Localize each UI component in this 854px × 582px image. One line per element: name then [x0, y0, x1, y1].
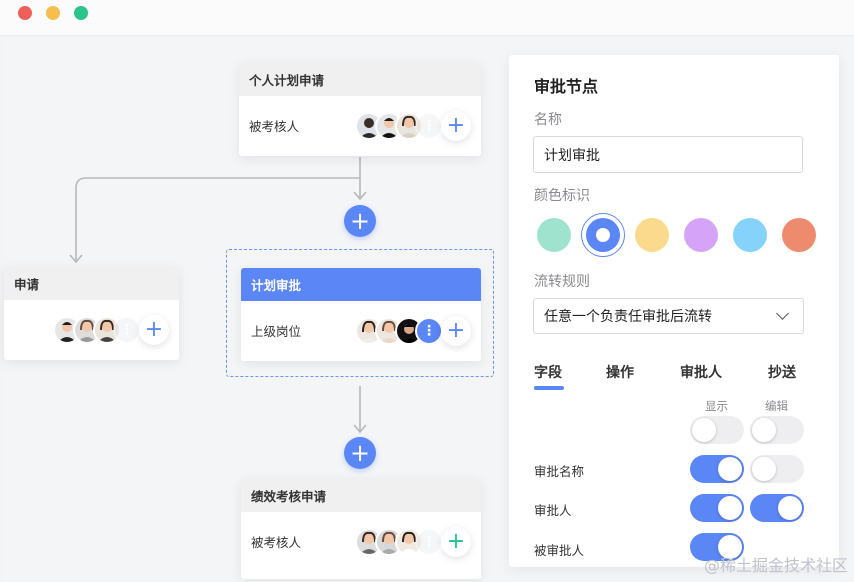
- tab-cc[interactable]: 抄送: [768, 362, 796, 382]
- column-header-edit: 编辑: [765, 399, 788, 413]
- color-label: 颜色标识: [534, 188, 590, 204]
- rule-label: 流转规则: [534, 274, 590, 290]
- add-node-button[interactable]: +: [344, 437, 376, 469]
- avatar-more: ⋮: [415, 111, 443, 140]
- tab-fields[interactable]: 字段: [534, 362, 562, 382]
- column-header-show: 显示: [705, 399, 728, 413]
- add-assignee-button[interactable]: +: [441, 110, 471, 141]
- tab-operations[interactable]: 操作: [606, 362, 634, 382]
- flow-node-personal-plan[interactable]: 个人计划申请 被考核人 ⋮ +: [239, 63, 481, 156]
- node-role: 上级岗位: [251, 324, 302, 339]
- panel-title: 审批节点: [534, 77, 599, 96]
- add-node-button[interactable]: +: [344, 205, 376, 237]
- flow-node-performance-review[interactable]: 绩效考核申请 被考核人 ⋮ +: [241, 479, 481, 579]
- name-input[interactable]: 计划审批: [533, 136, 803, 173]
- active-tab-indicator: [534, 386, 564, 390]
- assignee-avatars: ⋮: [355, 111, 443, 140]
- flow-node-application[interactable]: 申请 ⋮ +: [4, 267, 179, 360]
- watermark: @稀土掘金技术社区: [703, 556, 848, 575]
- color-swatch-blue-selected[interactable]: [581, 213, 625, 257]
- rule-select-value: 任意一个负责任审批后流转: [544, 309, 712, 325]
- assignee-avatars: ⋮: [355, 316, 443, 345]
- flow-node-plan-approval[interactable]: 计划审批 上级岗位 ⋮ +: [241, 268, 481, 361]
- row-label: 审批名称: [534, 464, 585, 479]
- node-title: 个人计划申请: [239, 63, 481, 96]
- color-swatches: [537, 213, 816, 257]
- toggle-show[interactable]: [690, 416, 744, 444]
- node-title: 计划审批: [241, 268, 481, 301]
- node-role: 被考核人: [249, 119, 300, 134]
- name-label: 名称: [534, 112, 562, 128]
- avatar-more: ⋮: [415, 316, 443, 345]
- toggle-edit[interactable]: [750, 494, 804, 522]
- add-assignee-button[interactable]: +: [139, 314, 169, 345]
- avatar-more: ⋮: [113, 315, 141, 344]
- toggle-show[interactable]: [690, 494, 744, 522]
- toggle-show[interactable]: [690, 455, 744, 483]
- node-title: 申请: [4, 267, 179, 300]
- selected-check-icon: [596, 228, 610, 242]
- assignee-avatars: ⋮: [53, 315, 141, 344]
- avatar-more: ⋮: [415, 527, 443, 556]
- chevron-down-icon: [776, 307, 789, 320]
- toggle-edit[interactable]: [750, 416, 804, 444]
- color-swatch-purple[interactable]: [684, 218, 718, 252]
- toggle-edit[interactable]: [750, 455, 804, 483]
- panel-tabs: 字段 操作 审批人 抄送: [533, 362, 813, 392]
- row-label: 被审批人: [534, 543, 585, 558]
- assignee-avatars: ⋮: [355, 527, 443, 556]
- color-swatch-green[interactable]: [537, 218, 571, 252]
- color-swatch-orange[interactable]: [782, 218, 816, 252]
- add-assignee-button[interactable]: +: [441, 526, 471, 557]
- color-swatch-yellow[interactable]: [635, 218, 669, 252]
- tab-approver[interactable]: 审批人: [680, 362, 722, 382]
- node-title: 绩效考核申请: [241, 479, 481, 512]
- rule-select[interactable]: 任意一个负责任审批后流转: [533, 298, 804, 334]
- row-label: 审批人: [534, 503, 572, 518]
- node-role: 被考核人: [251, 535, 302, 550]
- color-swatch-cyan[interactable]: [733, 218, 767, 252]
- add-assignee-button[interactable]: +: [441, 315, 471, 346]
- approval-node-panel: 审批节点 名称 计划审批 颜色标识 流转规则 任意一个负责任审批后流转 字段 操…: [509, 55, 839, 567]
